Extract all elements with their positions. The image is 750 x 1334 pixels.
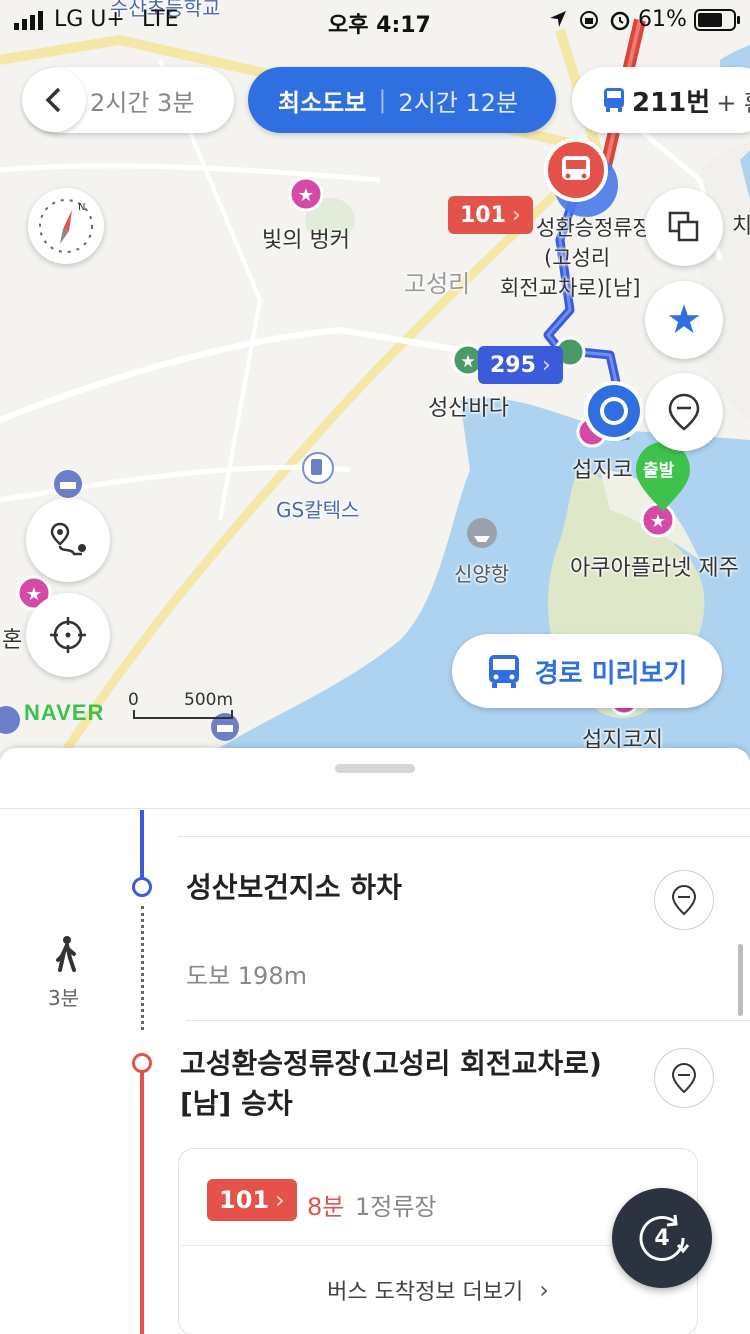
- step-alight-pin-button[interactable]: [654, 870, 714, 930]
- bus-stop-count: 1정류장: [355, 1193, 437, 1221]
- map-pin-icon: [671, 1062, 697, 1094]
- status-bar: LG U+ LTE 오후 4:17 61%: [0, 0, 750, 40]
- alarm-icon: [608, 8, 632, 38]
- route-tab-min-walk-time: 2시간 12분: [398, 88, 519, 117]
- bus-101-chip[interactable]: 101 ›: [448, 196, 533, 234]
- signal-icon: [14, 10, 48, 36]
- back-arrow-icon: [45, 87, 61, 113]
- svg-text:★: ★: [26, 584, 42, 605]
- map-label-partial-right: 치: [732, 214, 750, 239]
- divider: [186, 1020, 750, 1021]
- timeline-dot: [132, 1053, 152, 1073]
- carrier: LG U+: [54, 7, 125, 32]
- map-label-village: 고성리: [404, 270, 471, 298]
- step-board-title-line1: 고성환승정류장(고성리 회전교차로): [180, 1047, 602, 1080]
- layers-button[interactable]: [645, 188, 723, 266]
- chevron-right-icon: ›: [275, 1186, 285, 1214]
- naver-logo: NAVER: [24, 700, 105, 725]
- map-label-stop-2: (고성리: [544, 246, 611, 270]
- route-preview-label: 경로 미리보기: [534, 658, 688, 689]
- location-arrow-icon: [548, 9, 568, 35]
- route-tab-min-walk-label: 최소도보: [278, 88, 367, 117]
- bus-101-badge[interactable]: 101 ›: [207, 1179, 297, 1221]
- route-tab-min-walk[interactable]: 최소도보 | 2시간 12분: [248, 67, 556, 133]
- compass-button[interactable]: N: [28, 188, 104, 264]
- battery-percent: 61%: [638, 7, 687, 32]
- timeline-dot: [132, 877, 152, 897]
- bus-eta: 8분: [307, 1193, 345, 1221]
- step-board-title: 고성환승정류장(고성리 회전교차로) [남] 승차: [180, 1044, 602, 1124]
- divider: [178, 836, 750, 837]
- favorite-button[interactable]: ★: [645, 281, 723, 359]
- timeline-bus-line-red: [140, 1068, 144, 1334]
- route-preview-button[interactable]: 경로 미리보기: [452, 634, 722, 708]
- sheet-drag-handle[interactable]: [335, 764, 415, 773]
- refresh-button[interactable]: 4: [612, 1188, 712, 1288]
- bus-101-badge-label: 101: [219, 1186, 270, 1214]
- clock: 오후 4:17: [328, 13, 431, 38]
- walking-person-icon: [54, 936, 78, 976]
- map-pin-icon: [668, 393, 700, 431]
- layers-icon: [668, 211, 699, 242]
- bus-101-chip-label: 101: [460, 202, 506, 228]
- step-alight-title: 성산보건지소 하차: [186, 871, 402, 904]
- route-search-button[interactable]: [26, 498, 110, 582]
- bus-icon: [488, 655, 519, 688]
- bus-icon: [604, 88, 624, 112]
- chevron-right-icon: ›: [511, 202, 521, 228]
- scale-distance: 500m: [184, 690, 234, 710]
- route-tab-prev-time: 2시간 3분: [90, 88, 195, 117]
- chevron-right-icon: ›: [541, 352, 551, 378]
- refresh-count: 4: [654, 1225, 670, 1251]
- network-type: LTE: [142, 7, 179, 32]
- map-label-seongsan-sea: 성산바다: [428, 396, 509, 421]
- map-label-aquaplanet: 아쿠아플라넷 제주: [570, 556, 739, 581]
- scrollbar-thumb[interactable]: [738, 944, 743, 1016]
- tab-divider: |: [378, 86, 387, 114]
- chevron-right-icon: ›: [539, 1276, 549, 1304]
- location-pin-button[interactable]: [645, 373, 723, 451]
- step-board-title-line2: [남] 승차: [180, 1087, 293, 1120]
- walk-duration: 3분: [48, 986, 80, 1010]
- start-marker-label: 출발: [643, 461, 675, 481]
- compass-icon: N: [39, 199, 93, 253]
- star-icon: ★: [666, 297, 702, 343]
- map-label-stop-3: 회전교차로)[남]: [500, 276, 641, 300]
- map-label-seopji-top: 섭지코: [572, 458, 633, 483]
- my-location-button[interactable]: [26, 593, 110, 677]
- map-label-port: 신양항: [454, 562, 510, 586]
- battery-icon: [694, 9, 742, 37]
- route-detail-sheet[interactable]: 성산보건지소 하차 3분 도보 198m 고성환승정류장(고성리 회전교차로) …: [0, 748, 750, 1334]
- bus-arrival-more-label: 버스 도착정보 더보기: [327, 1280, 524, 1305]
- route-icon: [50, 522, 86, 556]
- crosshair-icon: [50, 617, 86, 653]
- map-label-bunker: 빛의 벙커: [262, 228, 350, 253]
- scale-zero: 0: [128, 690, 139, 710]
- svg-text:★: ★: [298, 185, 314, 206]
- svg-text:★: ★: [460, 352, 475, 372]
- timeline-walk-line: [141, 906, 144, 1030]
- map-pin-icon: [671, 884, 697, 916]
- bus-295-chip-label: 295: [490, 352, 536, 378]
- map-label-partial-left: 혼: [2, 628, 23, 653]
- svg-text:★: ★: [650, 511, 666, 532]
- map-label-gas-station: GS칼텍스: [276, 498, 360, 522]
- map-label-stop-1: 성환승정류장: [536, 216, 652, 240]
- divider: [0, 808, 750, 809]
- bus-295-chip[interactable]: 295 ›: [478, 346, 563, 384]
- route-tab-next[interactable]: 211번 + 환: [572, 67, 750, 133]
- svg-text:N: N: [78, 202, 85, 213]
- walk-distance: 도보 198m: [186, 962, 307, 990]
- route-tab-next-more: + 환: [716, 88, 750, 117]
- route-tab-next-bus: 211번: [632, 87, 711, 118]
- back-button[interactable]: [22, 68, 86, 132]
- rotation-lock-icon: [578, 9, 600, 37]
- step-board-pin-button[interactable]: [654, 1048, 714, 1108]
